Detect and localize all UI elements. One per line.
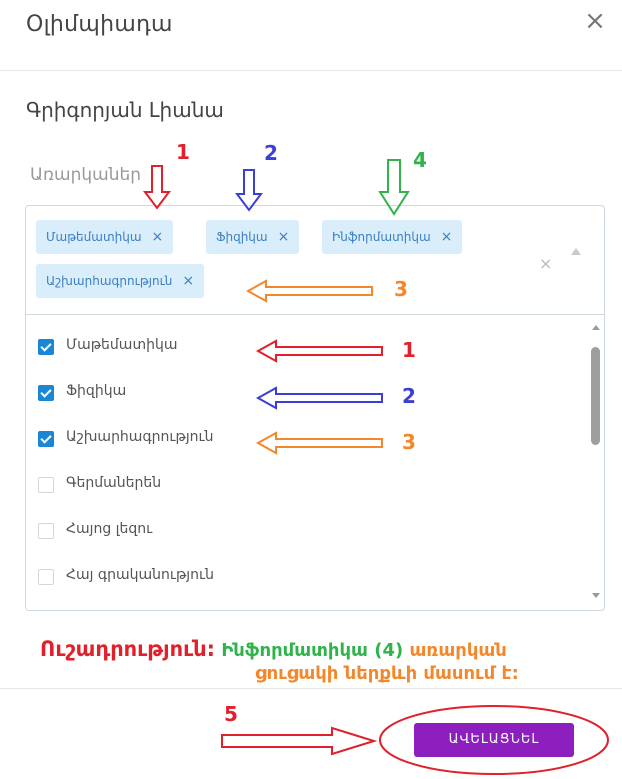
option-label: Ֆիզիկա — [66, 383, 127, 399]
tag-remove-icon[interactable]: × — [278, 220, 290, 254]
tag-label: Ֆիզիկա — [216, 230, 268, 244]
scrollbar-thumb[interactable] — [591, 347, 600, 445]
option-label: Մաթեմատիկա — [66, 337, 178, 353]
close-icon[interactable]: × — [580, 6, 610, 36]
tag-remove-icon[interactable]: × — [152, 220, 164, 254]
add-button[interactable]: ԱՎԵԼԱՑՆԵԼ — [414, 723, 574, 757]
annotation-arrow-down-red — [143, 165, 171, 210]
option-item[interactable]: Աշխարհագրություն — [26, 417, 566, 463]
option-item[interactable]: Մաթեմատիկա — [26, 325, 566, 371]
subjects-options-list[interactable]: Մաթեմատիկա Ֆիզիկա Աշխարհագրություն Գերմա… — [25, 315, 605, 611]
checkbox-checked[interactable] — [38, 385, 54, 401]
option-item[interactable]: Ֆիզիկա — [26, 371, 566, 417]
caret-up-icon[interactable] — [571, 248, 581, 255]
scroll-down-icon[interactable] — [592, 593, 600, 598]
notice-text-line2: ցուցակի ներքևի մասում է: — [255, 663, 519, 684]
selected-tag: Մաթեմատիկա × — [36, 220, 174, 254]
footer-divider — [0, 688, 622, 689]
annotation-arrow-down-blue — [235, 169, 263, 212]
selected-tag: Աշխարհագրություն × — [36, 264, 205, 298]
option-label: Հայոց լեզու — [66, 521, 153, 537]
notice-heading: Ուշադրություն: — [40, 637, 216, 661]
checkbox-unchecked[interactable] — [38, 569, 54, 585]
clear-selection-icon[interactable]: × — [539, 254, 552, 273]
modal-title: Օլիմպիադա — [26, 12, 173, 37]
student-name: Գրիգորյան Լիանա — [26, 98, 224, 122]
scrollbar[interactable] — [586, 315, 604, 610]
selected-tag: Ինֆորմատիկա × — [322, 220, 463, 254]
scroll-up-icon[interactable] — [592, 325, 600, 330]
annotation-number-1: 1 — [176, 140, 190, 164]
notice-subject: Ինֆորմատիկա (4) — [221, 640, 404, 661]
checkbox-unchecked[interactable] — [38, 523, 54, 539]
tag-remove-icon[interactable]: × — [182, 264, 194, 298]
annotation-number-2: 2 — [264, 141, 278, 165]
annotation-number-5: 5 — [224, 702, 238, 726]
annotation-number-4: 4 — [413, 148, 427, 172]
attention-notice: Ուշադրություն: Ինֆորմատիկա (4) առարկան — [40, 636, 600, 664]
checkbox-unchecked[interactable] — [38, 477, 54, 493]
subjects-label: Առարկաներ — [30, 165, 142, 185]
tag-label: Մաթեմատիկա — [46, 230, 142, 244]
tag-label: Ինֆորմատիկա — [332, 230, 431, 244]
tag-remove-icon[interactable]: × — [441, 220, 453, 254]
checkbox-checked[interactable] — [38, 431, 54, 447]
checkbox-checked[interactable] — [38, 339, 54, 355]
option-label: Աշխարհագրություն — [66, 429, 214, 445]
subjects-multiselect[interactable]: Մաթեմատիկա × Ֆիզիկա × Ինֆորմատիկա × Աշխարհա… — [25, 205, 605, 315]
selected-tag: Ֆիզիկա × — [206, 220, 300, 254]
option-item[interactable]: Հայ գրականություն — [26, 555, 566, 601]
tag-label: Աշխարհագրություն — [46, 274, 173, 288]
option-label: Հայ գրականություն — [66, 567, 214, 583]
option-label: Գերմաներեն — [66, 475, 162, 491]
annotation-arrow-right-red — [221, 726, 378, 756]
option-item[interactable]: Գերմաներեն — [26, 463, 566, 509]
option-item[interactable]: Հայոց լեզու — [26, 509, 566, 555]
modal-header: Օլիմպիադա × — [0, 0, 622, 71]
notice-text: առարկան — [409, 640, 507, 661]
